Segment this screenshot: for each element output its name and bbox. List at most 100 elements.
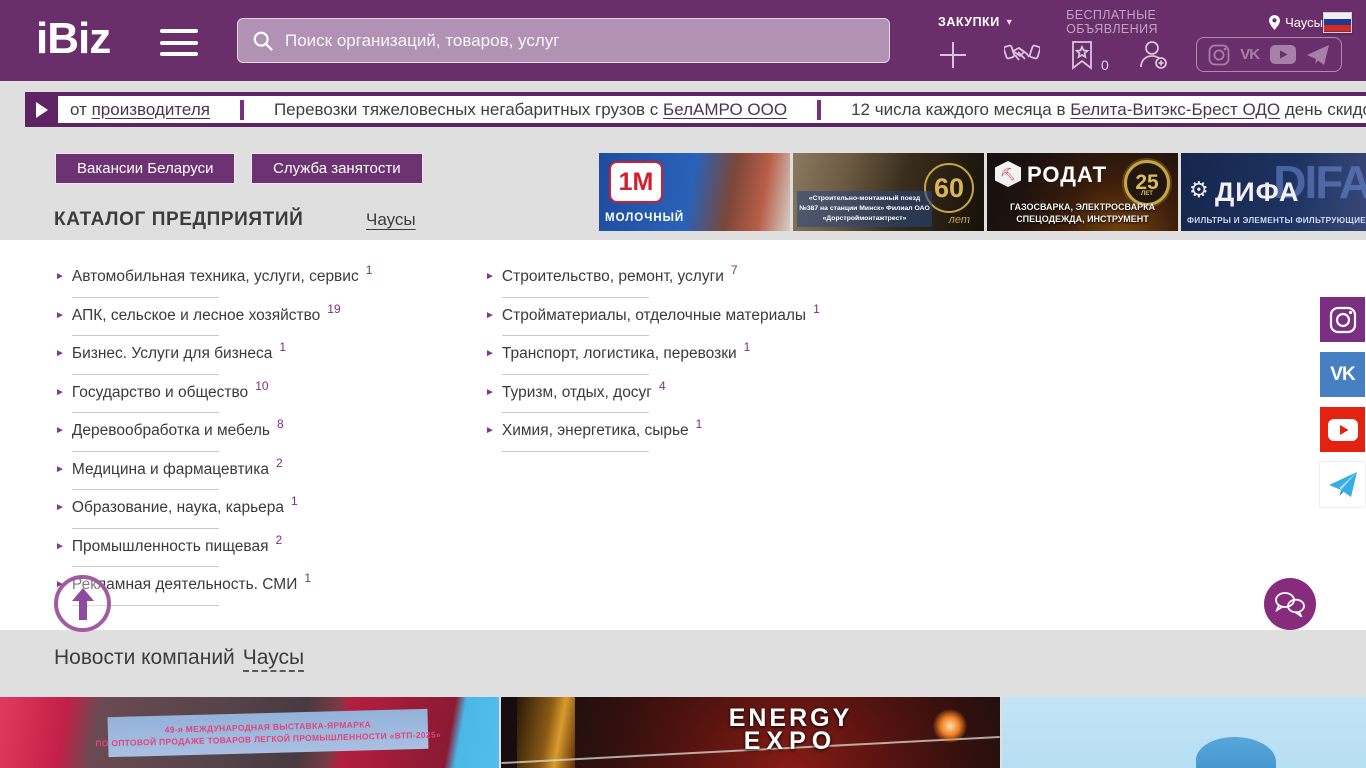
- category-item[interactable]: ► Государство и общество 10: [55, 379, 435, 418]
- category-item[interactable]: ► Транспорт, логистика, перевозки 1: [485, 340, 865, 379]
- ticker-text: день скидок: [1280, 100, 1366, 120]
- category-count: 2: [275, 533, 282, 547]
- language-flag-russian[interactable]: [1323, 12, 1352, 33]
- news-photo-energy-expo[interactable]: ENERGY EXPO 7-10 ОКТЯБРЯ: [501, 697, 1000, 768]
- ticker-text: Перевозки тяжеловесных негабаритных груз…: [274, 100, 663, 120]
- ticker-play-button[interactable]: [25, 92, 58, 127]
- ticker-item: от производителя: [58, 100, 210, 120]
- category-count: 1: [291, 494, 298, 508]
- chat-button[interactable]: [1264, 578, 1316, 630]
- employment-service-button[interactable]: Служба занятости: [251, 153, 423, 184]
- chevron-down-icon: ▼: [1005, 17, 1014, 27]
- category-label[interactable]: Автомобильная техника, услуги, сервис: [72, 267, 359, 287]
- telegram-icon[interactable]: [1320, 462, 1365, 507]
- category-count: 2: [276, 456, 283, 470]
- ticker-company-link[interactable]: производителя: [92, 100, 210, 120]
- hamburger-menu-icon[interactable]: [160, 29, 198, 56]
- vacancies-button[interactable]: Вакансии Беларуси: [55, 153, 235, 184]
- category-label[interactable]: Медицина и фармацевтика: [72, 460, 269, 480]
- top-navigation: ЗАКУПКИ▼ БЕСПЛАТНЫЕ ОБЪЯВЛЕНИЯ Чаусы: [938, 13, 1352, 31]
- favorites-bookmark-icon[interactable]: [1070, 40, 1094, 70]
- category-item[interactable]: ► Промышленность пищевая 2: [55, 533, 435, 572]
- banner-smp387-text: «Строительно-монтажный поезд №387 на ста…: [797, 191, 932, 227]
- ticker-company-link[interactable]: БелАМРО ООО: [663, 100, 787, 120]
- search-icon: [252, 30, 274, 52]
- triangle-bullet-icon: ►: [55, 383, 65, 403]
- category-item[interactable]: ► Образование, наука, карьера 1: [55, 494, 435, 533]
- logo[interactable]: iBiz: [36, 14, 110, 64]
- nav-city-selector[interactable]: Чаусы: [1269, 15, 1323, 30]
- category-label[interactable]: Бизнес. Услуги для бизнеса: [72, 344, 272, 364]
- header: iBiz ЗАКУПКИ▼ БЕСПЛАТНЫЕ ОБЪЯВЛЕНИЯ Чаус…: [0, 0, 1366, 81]
- category-item[interactable]: ► Строительство, ремонт, услуги 7: [485, 263, 865, 302]
- ticker-text: от: [70, 100, 92, 120]
- search-input[interactable]: [285, 31, 875, 51]
- category-count: 1: [304, 571, 311, 585]
- category-label[interactable]: Образование, наука, карьера: [72, 498, 284, 518]
- category-count: 1: [279, 340, 286, 354]
- banner-molochny[interactable]: 1М МОЛОЧНЫЙ: [599, 153, 790, 231]
- triangle-bullet-icon: ►: [485, 421, 495, 441]
- triangle-bullet-icon: ►: [485, 267, 495, 287]
- search-bar: [237, 18, 890, 63]
- blue-cap: [1196, 737, 1276, 768]
- page: iBiz ЗАКУПКИ▼ БЕСПЛАТНЫЕ ОБЪЯВЛЕНИЯ Чаус…: [0, 0, 1366, 768]
- youtube-icon[interactable]: [1320, 407, 1365, 452]
- category-label[interactable]: АПК, сельское и лесное хозяйство: [72, 306, 320, 326]
- category-label[interactable]: Стройматериалы, отделочные материалы: [502, 306, 806, 326]
- instagram-icon[interactable]: [1320, 297, 1365, 342]
- news-photo-exhibition[interactable]: 49-я МЕЖДУНАРОДНАЯ ВЫСТАВКА-ЯРМАРКА ПО О…: [0, 697, 499, 768]
- instagram-icon[interactable]: [1208, 44, 1230, 66]
- user-register-icon[interactable]: [1137, 39, 1169, 71]
- category-count: 19: [327, 302, 340, 316]
- category-item[interactable]: ► Медицина и фармацевтика 2: [55, 456, 435, 495]
- category-item[interactable]: ► Бизнес. Услуги для бизнеса 1: [55, 340, 435, 379]
- banner-smp387[interactable]: 60 лет «Строительно-монтажный поезд №387…: [793, 153, 984, 231]
- catalog-section: ► Автомобильная техника, услуги, сервис …: [0, 240, 1366, 630]
- category-label[interactable]: Промышленность пищевая: [72, 537, 269, 557]
- banner-molochny-name: МОЛОЧНЫЙ: [605, 212, 684, 224]
- ticker-company-link[interactable]: Белита-Витэкс-Брест ОДО: [1070, 100, 1280, 120]
- catalog-city-link[interactable]: Чаусы: [366, 210, 416, 230]
- telegram-icon[interactable]: [1306, 44, 1330, 66]
- category-item[interactable]: ► Рекламная деятельность. СМИ 1: [55, 571, 435, 610]
- category-item[interactable]: ► Стройматериалы, отделочные материалы 1: [485, 302, 865, 341]
- scroll-to-top-button[interactable]: [54, 575, 111, 632]
- category-label[interactable]: Туризм, отдых, досуг: [502, 383, 652, 403]
- exhibition-banner: 49-я МЕЖДУНАРОДНАЯ ВЫСТАВКА-ЯРМАРКА ПО О…: [108, 709, 429, 757]
- vk-icon[interactable]: VK: [1240, 46, 1259, 63]
- news-city-link[interactable]: Чаусы: [243, 646, 304, 672]
- handshake-partners-icon[interactable]: [1004, 41, 1040, 69]
- category-label[interactable]: Транспорт, логистика, перевозки: [502, 344, 737, 364]
- banner-difa[interactable]: DIFA ⚙ ДИФА ФИЛЬТРЫ И ЭЛЕМЕНТЫ ФИЛЬТРУЮЩ…: [1181, 153, 1366, 231]
- chat-bubbles-icon: [1274, 591, 1306, 617]
- news-photo-person[interactable]: [1002, 697, 1366, 768]
- category-item[interactable]: ► Деревообработка и мебель 8: [55, 417, 435, 456]
- category-item[interactable]: ► Туризм, отдых, досуг 4: [485, 379, 865, 418]
- triangle-bullet-icon: ►: [55, 344, 65, 364]
- category-item[interactable]: ► Автомобильная техника, услуги, сервис …: [55, 263, 435, 302]
- vk-icon[interactable]: VK: [1320, 352, 1365, 397]
- play-icon: [36, 102, 48, 118]
- category-label[interactable]: Строительство, ремонт, услуги: [502, 267, 724, 287]
- banner-60-badge-sub: лет: [949, 214, 970, 226]
- triangle-bullet-icon: ►: [55, 421, 65, 441]
- youtube-icon[interactable]: [1270, 45, 1296, 64]
- ad-banner-strip: 1М МОЛОЧНЫЙ 60 лет «Строительно-монтажны…: [599, 153, 1366, 231]
- header-icon-row: 0: [938, 37, 1169, 73]
- triangle-bullet-icon: ►: [55, 537, 65, 557]
- category-label[interactable]: Деревообработка и мебель: [72, 421, 270, 441]
- catalog-column-left: ► Автомобильная техника, услуги, сервис …: [55, 263, 435, 610]
- category-count: 7: [731, 263, 738, 277]
- category-item[interactable]: ► АПК, сельское и лесное хозяйство 19: [55, 302, 435, 341]
- nav-zakupki[interactable]: ЗАКУПКИ▼: [938, 15, 1014, 29]
- nav-free-ads[interactable]: БЕСПЛАТНЫЕ ОБЪЯВЛЕНИЯ: [1066, 8, 1239, 36]
- category-label[interactable]: Государство и общество: [72, 383, 248, 403]
- triangle-bullet-icon: ►: [485, 306, 495, 326]
- add-plus-icon[interactable]: [938, 40, 968, 70]
- banner-rodat[interactable]: ⛏ РОДАТ 25ЛЕТ ГАЗОСВАРКА, ЭЛЕКТРОСВАРКАС…: [987, 153, 1178, 231]
- triangle-bullet-icon: ►: [55, 267, 65, 287]
- category-label[interactable]: Химия, энергетика, сырье: [502, 421, 689, 441]
- category-item[interactable]: ► Химия, энергетика, сырье 1: [485, 417, 865, 456]
- welder-mascot-icon: ⛏: [995, 161, 1021, 187]
